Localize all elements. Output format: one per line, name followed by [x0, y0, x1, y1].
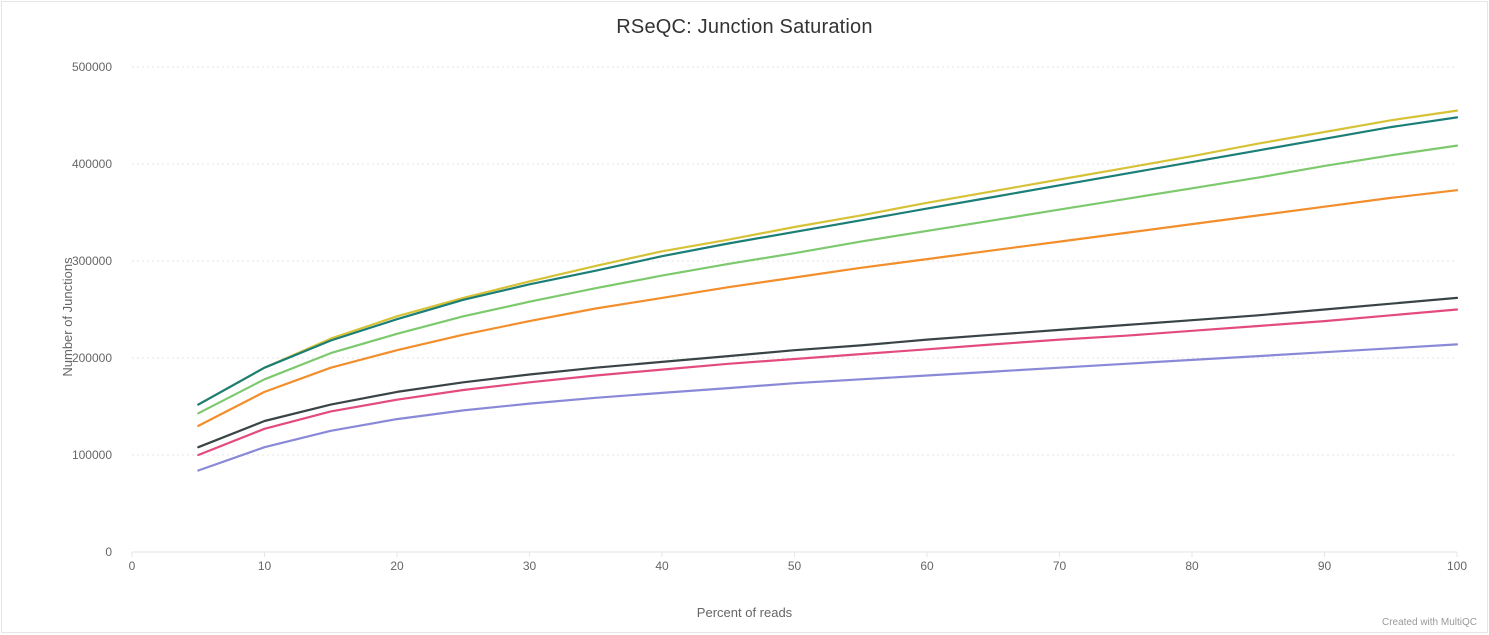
series-sample-yellow[interactable] — [198, 111, 1457, 405]
chart-frame: RSeQC: Junction Saturation Number of Jun… — [1, 1, 1488, 633]
y-tick-label: 100000 — [72, 448, 112, 462]
y-tick-label: 300000 — [72, 254, 112, 268]
series-sample-purple[interactable] — [198, 344, 1457, 470]
x-tick-label: 40 — [655, 559, 669, 573]
x-tick-label: 10 — [258, 559, 272, 573]
series-sample-lightgreen[interactable] — [198, 146, 1457, 414]
x-axis-label: Percent of reads — [2, 605, 1487, 620]
x-tick-label: 80 — [1185, 559, 1199, 573]
line-chart-svg: 0100000200000300000400000500000010203040… — [122, 57, 1467, 572]
chart-title: RSeQC: Junction Saturation — [2, 16, 1487, 39]
plot-area[interactable]: 0100000200000300000400000500000010203040… — [122, 57, 1467, 572]
y-tick-label: 400000 — [72, 157, 112, 171]
x-tick-label: 50 — [788, 559, 802, 573]
x-tick-label: 60 — [920, 559, 934, 573]
x-tick-label: 20 — [390, 559, 404, 573]
x-tick-label: 30 — [523, 559, 537, 573]
chart-credits: Created with MultiQC — [1382, 617, 1477, 628]
x-tick-label: 0 — [129, 559, 136, 573]
y-tick-label: 200000 — [72, 351, 112, 365]
y-tick-label: 0 — [105, 545, 112, 559]
x-tick-label: 70 — [1053, 559, 1067, 573]
x-tick-label: 90 — [1318, 559, 1332, 573]
x-tick-label: 100 — [1447, 559, 1467, 573]
y-tick-label: 500000 — [72, 60, 112, 74]
